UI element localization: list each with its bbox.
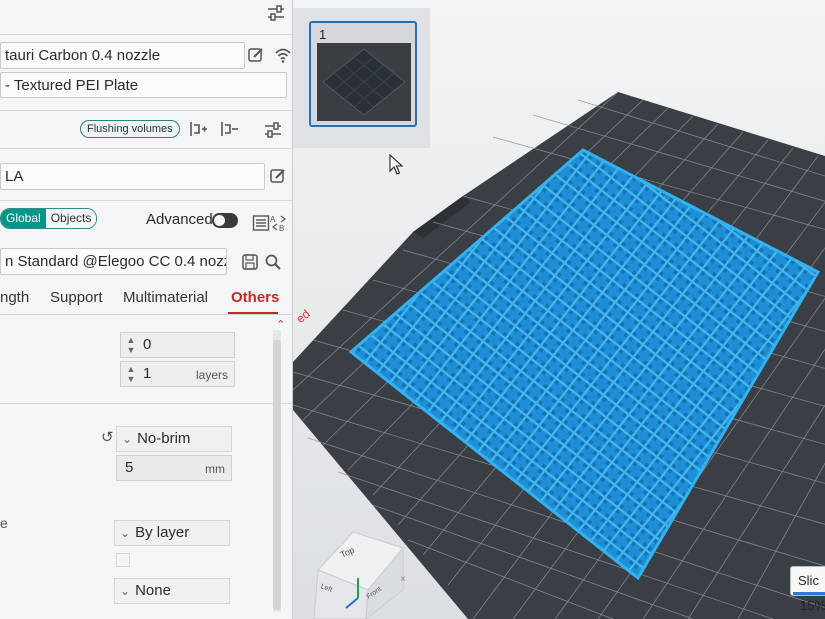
settings-panel: tauri Carbon 0.4 nozzle - Textured PEI P… (0, 0, 293, 619)
brim-type-select[interactable]: ⌄ No-brim (116, 426, 232, 452)
timelapse-value: By layer (135, 524, 190, 541)
last-option-value: None (135, 582, 171, 599)
view-cube[interactable]: Top Left Front × (308, 520, 418, 619)
plate-type-value: Textured PEI Plate (13, 77, 139, 94)
3d-viewport[interactable]: 1 ed Top Left Front × Slic 15% (293, 0, 825, 619)
save-icon[interactable] (239, 251, 261, 273)
tab-strength[interactable]: ngth (0, 289, 29, 306)
edit-printer-icon[interactable] (245, 44, 267, 66)
brim-width-unit: mm (205, 462, 225, 476)
bed-edge-label: ed (293, 307, 312, 326)
stepper-icon[interactable]: ▲ ▼ (124, 364, 138, 384)
add-filament-icon[interactable] (187, 118, 209, 140)
slice-indicator (793, 592, 825, 595)
last-option-select[interactable]: ⌄ None (114, 578, 230, 604)
svg-text:A: A (270, 215, 276, 224)
row-label-fragment: e (0, 515, 8, 531)
printer-select[interactable]: tauri Carbon 0.4 nozzle (0, 42, 245, 69)
skirt-height-input[interactable]: ▲ ▼ 1 layers (120, 361, 235, 387)
option-checkbox[interactable] (116, 553, 130, 567)
advanced-toggle[interactable] (212, 213, 238, 228)
filament-name: LA (5, 168, 24, 185)
svg-text:×: × (400, 574, 406, 585)
brim-width-input[interactable]: 5 mm (116, 455, 232, 481)
remove-filament-icon[interactable] (218, 118, 240, 140)
tab-support[interactable]: Support (50, 289, 103, 306)
skirt-loops-value: 0 (143, 336, 152, 353)
skirt-height-value: 1 (143, 365, 152, 382)
filament-settings-icon[interactable] (262, 119, 284, 141)
process-preset-select[interactable]: n Standard @Elegoo CC 0.4 nozzle (0, 248, 227, 275)
reset-icon[interactable]: ↺ (101, 428, 114, 446)
plate-prefix: - (5, 77, 10, 94)
brim-type-value: No-brim (137, 430, 191, 447)
chevron-down-icon: ⌄ (120, 584, 131, 598)
timelapse-select[interactable]: ⌄ By layer (114, 520, 230, 546)
stepper-icon[interactable]: ▲ ▼ (124, 335, 138, 355)
flushing-volumes-label: Flushing volumes (87, 123, 173, 135)
wifi-icon[interactable] (272, 44, 292, 66)
scope-toggle[interactable]: Global Objects (0, 208, 98, 229)
sliders-icon[interactable] (265, 2, 287, 24)
tab-others[interactable]: Others (231, 289, 279, 306)
search-icon[interactable] (262, 251, 284, 273)
chevron-down-icon: ⌄ (120, 526, 131, 540)
edit-filament-icon[interactable] (267, 165, 289, 187)
slice-button-label: Slic (798, 573, 819, 588)
skirt-height-unit: layers (195, 368, 228, 382)
tab-multimaterial[interactable]: Multimaterial (123, 289, 208, 306)
skirt-loops-input[interactable]: ▲ ▼ 0 (120, 332, 235, 358)
brim-width-value: 5 (125, 459, 134, 476)
scrollbar-thumb[interactable] (273, 340, 281, 610)
slice-progress: 15% (800, 598, 825, 613)
tab-global[interactable]: Global (1, 209, 46, 228)
settings-tabs: ngth Support Multimaterial Others (0, 285, 292, 315)
tab-objects[interactable]: Objects (45, 209, 97, 228)
filament-select[interactable]: LA (0, 163, 265, 190)
process-preset-name: n Standard @Elegoo CC 0.4 nozzle (5, 253, 227, 270)
plate-type-select[interactable]: - Textured PEI Plate (0, 72, 287, 98)
printer-name: tauri Carbon 0.4 nozzle (5, 47, 161, 64)
flushing-volumes-button[interactable]: Flushing volumes (80, 120, 180, 138)
svg-text:B: B (279, 224, 284, 233)
chevron-down-icon: ⌄ (122, 432, 133, 446)
compare-icon[interactable]: AB (268, 212, 290, 234)
advanced-label: Advanced (146, 211, 213, 228)
